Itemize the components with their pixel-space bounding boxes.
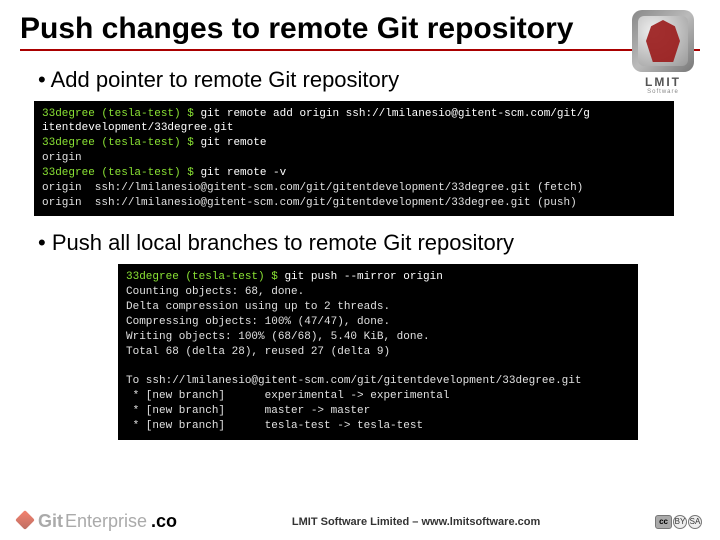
lmit-logo-subtext: Software [624,89,702,95]
bullet-1: Add pointer to remote Git repository [38,67,692,93]
slide-title: Push changes to remote Git repository [20,12,580,47]
output: origin ssh://lmilanesio@gitent-scm.com/g… [42,182,583,194]
terminal-block-2: 33degree (tesla-test) $ git push --mirro… [118,264,638,439]
output: Writing objects: 100% (68/68), 5.40 KiB,… [126,331,430,343]
output: Compressing objects: 100% (47/47), done. [126,316,390,328]
command-cont: itentdevelopment/33degree.git [42,122,233,134]
output: * [new branch] master -> master [126,405,370,417]
command: git remote -v [200,167,286,179]
lmit-logo-box [632,10,694,72]
output: To ssh://lmilanesio@gitent-scm.com/git/g… [126,375,581,387]
git-icon [15,510,35,530]
output: origin ssh://lmilanesio@gitent-scm.com/g… [42,197,577,209]
bullet-2: Push all local branches to remote Git re… [38,230,692,256]
cc-sa-icon: SA [688,515,702,529]
output: * [new branch] experimental -> experimen… [126,390,449,402]
cc-by-icon: BY [673,515,687,529]
slide-content: Add pointer to remote Git repository 33d… [0,55,720,440]
slide-footer: Git Enterprise .co LMIT Software Limited… [0,511,720,532]
gitenterprise-logo: Git Enterprise .co [18,511,177,532]
enterprise-text: Enterprise [65,511,147,532]
command: git push --mirror origin [284,271,442,283]
output: origin [42,152,82,164]
terminal-block-1: 33degree (tesla-test) $ git remote add o… [34,101,674,217]
command: git remote [200,137,266,149]
slide-header: Push changes to remote Git repository LM… [0,0,720,55]
lmit-logo-text: LMIT [624,75,702,89]
lmit-logo-mark [646,20,680,62]
footer-attribution: LMIT Software Limited – www.lmitsoftware… [177,516,655,528]
output: Total 68 (delta 28), reused 27 (delta 9) [126,346,390,358]
output: Delta compression using up to 2 threads. [126,301,390,313]
lmit-logo: LMIT Software [624,10,702,95]
prompt: 33degree (tesla-test) $ [42,137,200,149]
prompt: 33degree (tesla-test) $ [126,271,284,283]
cc-badge: cc [655,515,672,529]
output: Counting objects: 68, done. [126,286,304,298]
cc-license: cc BY SA [655,515,702,529]
output: * [new branch] tesla-test -> tesla-test [126,420,423,432]
prompt: 33degree (tesla-test) $ [42,167,200,179]
prompt: 33degree (tesla-test) $ [42,108,200,120]
git-text: Git [38,511,63,532]
command: git remote add origin ssh://lmilanesio@g… [200,108,589,120]
co-text: .co [151,511,177,532]
title-underline [20,49,700,51]
